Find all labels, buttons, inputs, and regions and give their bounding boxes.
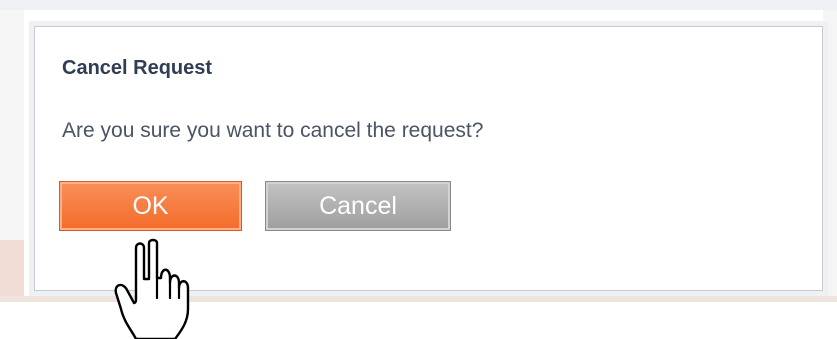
dialog-title: Cancel Request xyxy=(62,57,213,79)
backdrop-left-panel xyxy=(0,10,24,250)
cancel-button[interactable]: Cancel xyxy=(265,181,451,231)
backdrop-right-panel xyxy=(823,10,837,296)
backdrop-left-accent xyxy=(0,240,24,300)
dialog-message: Are you sure you want to cancel the requ… xyxy=(62,119,484,142)
backdrop-top-bar xyxy=(0,0,837,10)
hand-pointer-icon xyxy=(114,238,190,339)
ok-button[interactable]: OK xyxy=(59,181,242,231)
